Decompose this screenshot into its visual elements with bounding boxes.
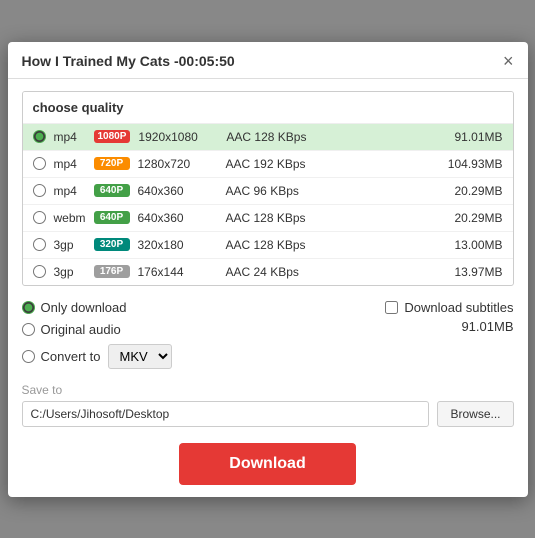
size-4: 13.00MB bbox=[433, 238, 503, 252]
audio-4: AAC 128 KBps bbox=[226, 238, 425, 252]
convert-to-label: Convert to bbox=[41, 349, 101, 364]
download-button[interactable]: Download bbox=[179, 443, 355, 485]
subtitle-checkbox[interactable] bbox=[385, 301, 398, 314]
resolution-1: 1280x720 bbox=[138, 157, 218, 171]
original-audio-radio[interactable] bbox=[22, 323, 35, 336]
original-audio-label: Original audio bbox=[41, 322, 121, 337]
badge-3: 640P bbox=[94, 211, 130, 224]
original-audio-option[interactable]: Original audio bbox=[22, 322, 386, 337]
resolution-3: 640x360 bbox=[138, 211, 218, 225]
options-section: Only download Original audio Convert to … bbox=[22, 300, 514, 369]
resolution-5: 176x144 bbox=[138, 265, 218, 279]
quality-radio-5[interactable] bbox=[33, 265, 46, 278]
quality-radio-1[interactable] bbox=[33, 157, 46, 170]
dialog-title: How I Trained My Cats -00:05:50 bbox=[22, 53, 235, 69]
quality-row[interactable]: mp4 1080P 1920x1080 AAC 128 KBps 91.01MB bbox=[23, 124, 513, 151]
quality-row[interactable]: mp4 720P 1280x720 AAC 192 KBps 104.93MB bbox=[23, 151, 513, 178]
only-download-radio[interactable] bbox=[22, 301, 35, 314]
quality-row[interactable]: 3gp 176P 176x144 AAC 24 KBps 13.97MB bbox=[23, 259, 513, 285]
subtitle-option[interactable]: Download subtitles bbox=[385, 300, 513, 315]
audio-1: AAC 192 KBps bbox=[226, 157, 425, 171]
size-5: 13.97MB bbox=[433, 265, 503, 279]
convert-row: Convert to MKVMP4AVIMOV bbox=[22, 344, 386, 369]
file-size-display: 91.01MB bbox=[461, 319, 513, 334]
quality-radio-4[interactable] bbox=[33, 238, 46, 251]
download-area: Download bbox=[22, 443, 514, 485]
audio-2: AAC 96 KBps bbox=[226, 184, 425, 198]
format-label: 3gp bbox=[54, 265, 86, 279]
quality-row[interactable]: 3gp 320P 320x180 AAC 128 KBps 13.00MB bbox=[23, 232, 513, 259]
right-options: Download subtitles 91.01MB bbox=[385, 300, 513, 334]
convert-to-radio[interactable] bbox=[22, 350, 35, 363]
quality-radio-0[interactable] bbox=[33, 130, 46, 143]
quality-row[interactable]: mp4 640P 640x360 AAC 96 KBps 20.29MB bbox=[23, 178, 513, 205]
size-2: 20.29MB bbox=[433, 184, 503, 198]
resolution-0: 1920x1080 bbox=[138, 130, 218, 144]
badge-4: 320P bbox=[94, 238, 130, 251]
quality-radio-2[interactable] bbox=[33, 184, 46, 197]
dialog: How I Trained My Cats -00:05:50 × choose… bbox=[8, 42, 528, 497]
badge-1: 720P bbox=[94, 157, 130, 170]
quality-header: choose quality bbox=[23, 92, 513, 124]
browse-button[interactable]: Browse... bbox=[437, 401, 513, 427]
convert-to-option[interactable]: Convert to bbox=[22, 349, 101, 364]
format-label: webm bbox=[54, 211, 86, 225]
subtitle-label: Download subtitles bbox=[404, 300, 513, 315]
size-0: 91.01MB bbox=[433, 130, 503, 144]
save-label: Save to bbox=[22, 383, 514, 397]
resolution-4: 320x180 bbox=[138, 238, 218, 252]
audio-5: AAC 24 KBps bbox=[226, 265, 425, 279]
left-options: Only download Original audio Convert to … bbox=[22, 300, 386, 369]
path-input[interactable] bbox=[22, 401, 430, 427]
badge-0: 1080P bbox=[94, 130, 131, 143]
size-1: 104.93MB bbox=[433, 157, 503, 171]
format-label: 3gp bbox=[54, 238, 86, 252]
format-label: mp4 bbox=[54, 130, 86, 144]
badge-5: 176P bbox=[94, 265, 130, 278]
only-download-label: Only download bbox=[41, 300, 127, 315]
audio-3: AAC 128 KBps bbox=[226, 211, 425, 225]
size-3: 20.29MB bbox=[433, 211, 503, 225]
format-label: mp4 bbox=[54, 157, 86, 171]
badge-2: 640P bbox=[94, 184, 130, 197]
save-row: Browse... bbox=[22, 401, 514, 427]
only-download-option[interactable]: Only download bbox=[22, 300, 386, 315]
format-select[interactable]: MKVMP4AVIMOV bbox=[108, 344, 172, 369]
resolution-2: 640x360 bbox=[138, 184, 218, 198]
format-label: mp4 bbox=[54, 184, 86, 198]
close-button[interactable]: × bbox=[503, 52, 514, 70]
audio-0: AAC 128 KBps bbox=[226, 130, 424, 144]
quality-radio-3[interactable] bbox=[33, 211, 46, 224]
quality-box: choose quality mp4 1080P 1920x1080 AAC 1… bbox=[22, 91, 514, 286]
dialog-body: choose quality mp4 1080P 1920x1080 AAC 1… bbox=[8, 79, 528, 497]
quality-row[interactable]: webm 640P 640x360 AAC 128 KBps 20.29MB bbox=[23, 205, 513, 232]
dialog-header: How I Trained My Cats -00:05:50 × bbox=[8, 42, 528, 79]
